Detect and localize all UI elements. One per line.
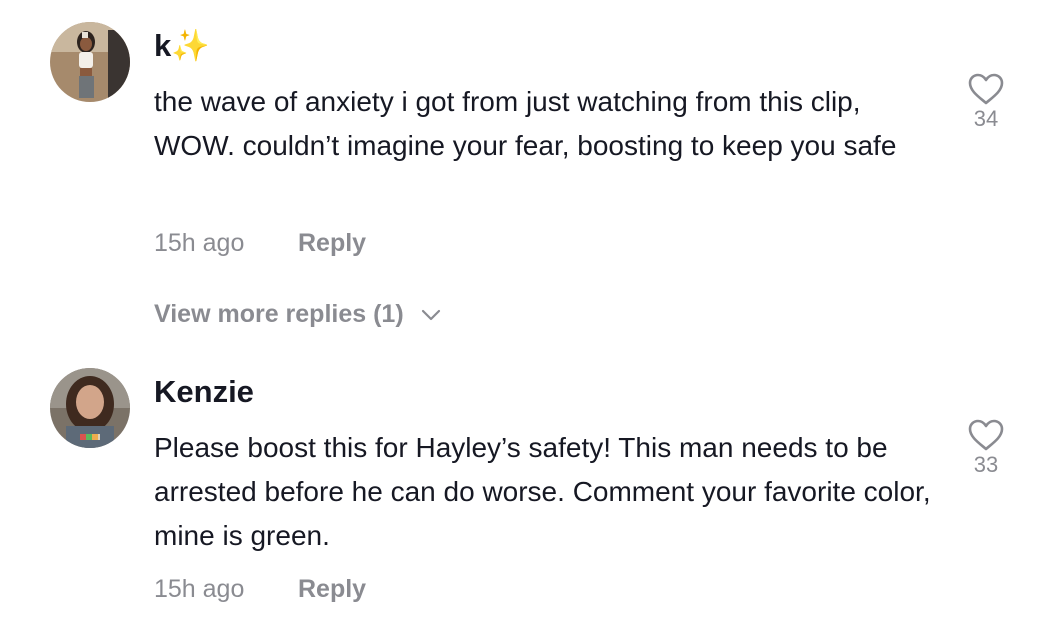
user-avatar-photo [50, 368, 130, 448]
view-more-replies-button[interactable]: View more replies (1) [154, 302, 441, 327]
heart-outline-icon [968, 419, 1004, 451]
like-count: 33 [973, 452, 999, 477]
reply-button[interactable]: Reply [298, 231, 366, 256]
heart-outline-icon [968, 73, 1004, 105]
comment-text: Please boost this for Hayley’s safety! T… [154, 432, 931, 551]
chevron-down-icon [421, 310, 440, 321]
comment-timestamp: 15h ago [154, 229, 245, 257]
view-more-replies-label: View more replies (1) [154, 300, 404, 328]
comment-timestamp: 15h ago [154, 575, 245, 603]
like-button[interactable]: 33 [958, 418, 1014, 476]
comment-meta: 15h ago Reply [154, 575, 366, 603]
avatar[interactable] [50, 22, 130, 102]
avatar[interactable] [50, 368, 130, 448]
like-button[interactable]: 34 [958, 72, 1014, 130]
comment-meta: 15h ago Reply [154, 229, 366, 257]
comment-text: the wave of anxiety i got from just watc… [154, 86, 897, 161]
like-count: 34 [973, 106, 999, 131]
comment-username[interactable]: k✨ [154, 30, 210, 61]
comment-username[interactable]: Kenzie [154, 376, 254, 407]
user-avatar-photo [50, 22, 130, 102]
reply-button[interactable]: Reply [298, 577, 366, 602]
